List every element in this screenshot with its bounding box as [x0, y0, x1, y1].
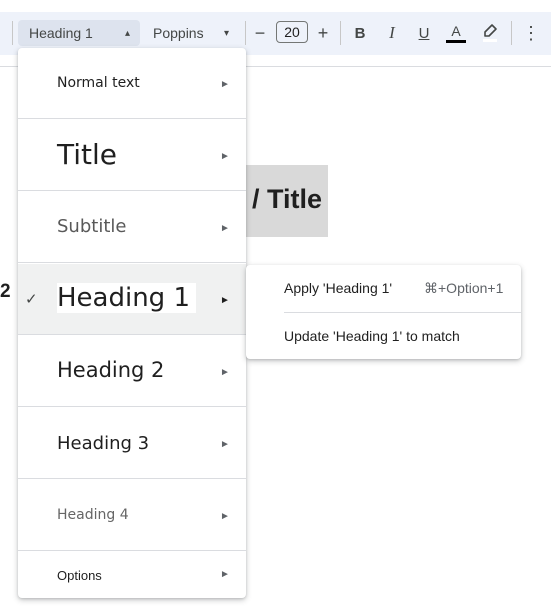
- menu-item-heading-3[interactable]: Heading 3 ►: [18, 408, 246, 479]
- menu-item-label: Normal text: [57, 75, 140, 91]
- document-title-text[interactable]: / Title: [252, 184, 322, 215]
- caret-up-icon: ▴: [124, 27, 130, 39]
- bold-button[interactable]: B: [348, 21, 372, 45]
- font-size-input[interactable]: 20: [276, 21, 308, 43]
- chevron-right-icon: ►: [220, 367, 230, 378]
- menu-item-label: Options: [57, 568, 102, 583]
- checkmark-icon: ✓: [25, 291, 38, 308]
- menu-item-subtitle[interactable]: Subtitle ►: [18, 192, 246, 263]
- text-color-icon: A: [451, 22, 461, 39]
- chevron-right-icon: ►: [220, 223, 230, 234]
- increase-font-size-button[interactable]: +: [311, 21, 335, 45]
- chevron-right-icon: ►: [220, 439, 230, 450]
- menu-item-label: Subtitle: [57, 216, 127, 237]
- menu-item-label: Heading 1: [57, 283, 196, 313]
- menu-item-label: Title: [57, 138, 118, 171]
- update-heading-1-label: Update 'Heading 1' to match: [284, 328, 460, 344]
- chevron-right-icon: ►: [220, 511, 230, 522]
- apply-heading-1-shortcut: ⌘+Option+1: [424, 280, 504, 296]
- menu-item-options[interactable]: Options ►: [18, 552, 246, 598]
- menu-item-heading-2[interactable]: Heading 2 ►: [18, 336, 246, 407]
- menu-item-label: Heading 4: [57, 507, 129, 523]
- menu-item-label: Heading 2: [57, 358, 165, 382]
- toolbar-separator: [12, 21, 13, 45]
- underline-button[interactable]: U: [412, 21, 436, 45]
- italic-button[interactable]: I: [380, 21, 404, 45]
- menu-item-heading-4[interactable]: Heading 4 ►: [18, 480, 246, 551]
- highlight-color-button[interactable]: [478, 21, 502, 45]
- heading-1-submenu: Apply 'Heading 1' ⌘+Option+1 Update 'Hea…: [246, 265, 521, 359]
- caret-down-icon: ▾: [223, 27, 229, 39]
- toolbar-separator: [340, 21, 341, 45]
- update-heading-1-item[interactable]: Update 'Heading 1' to match: [246, 313, 521, 360]
- menu-item-label: Heading 3: [57, 433, 150, 454]
- menu-item-normal-text[interactable]: Normal text ►: [18, 48, 246, 119]
- toolbar-separator: [245, 21, 246, 45]
- decrease-font-size-button[interactable]: −: [248, 21, 272, 45]
- paragraph-style-value: Heading 1: [29, 25, 93, 41]
- document-heading-text[interactable]: 2: [0, 281, 11, 303]
- paragraph-style-menu: Normal text ► Title ► Subtitle ► ✓ Headi…: [18, 48, 246, 598]
- font-value: Poppins: [153, 25, 204, 41]
- apply-heading-1-item[interactable]: Apply 'Heading 1' ⌘+Option+1: [246, 265, 521, 312]
- highlighter-icon: [483, 24, 497, 42]
- text-color-button[interactable]: A: [444, 21, 468, 45]
- menu-item-title[interactable]: Title ►: [18, 120, 246, 191]
- chevron-right-icon: ►: [220, 79, 230, 90]
- more-options-icon[interactable]: ⋮: [519, 21, 543, 45]
- toolbar-separator: [511, 21, 512, 45]
- text-color-swatch: [446, 39, 466, 43]
- font-select[interactable]: Poppins ▾: [145, 20, 240, 46]
- menu-item-heading-1[interactable]: ✓ Heading 1 ►: [18, 264, 246, 335]
- chevron-right-icon: ►: [220, 569, 230, 580]
- apply-heading-1-label: Apply 'Heading 1': [284, 280, 393, 296]
- chevron-right-icon: ►: [220, 151, 230, 162]
- paragraph-style-select[interactable]: Heading 1 ▴: [18, 20, 140, 46]
- chevron-right-icon: ►: [220, 295, 230, 306]
